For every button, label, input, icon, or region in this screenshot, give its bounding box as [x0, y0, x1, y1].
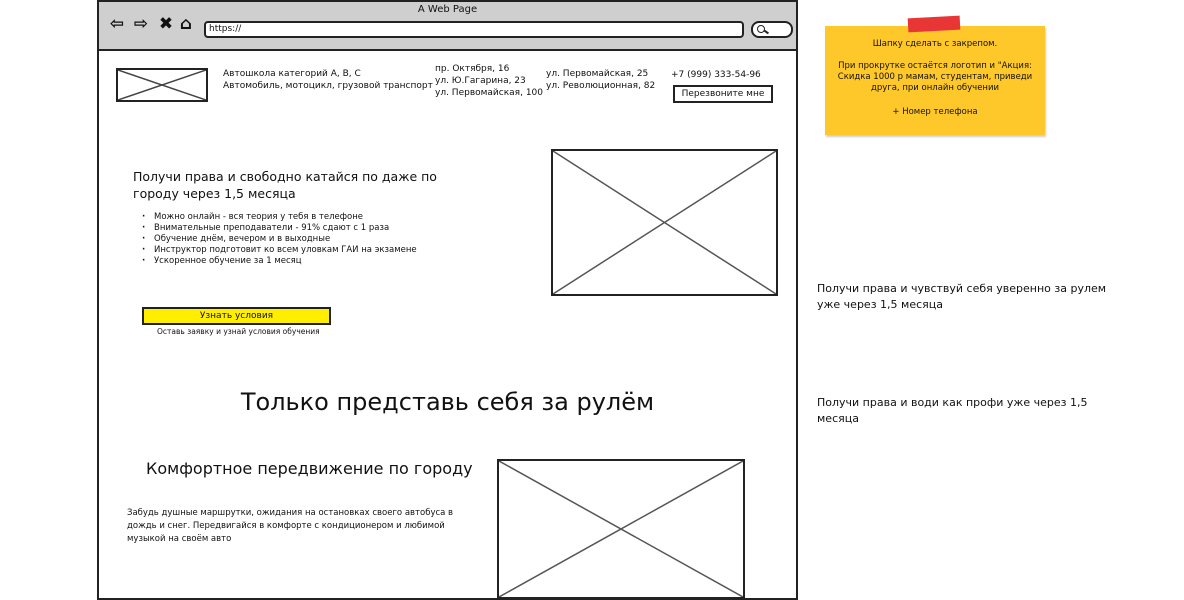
callback-button[interactable]: Перезвоните мне — [673, 85, 773, 103]
sticky-note-line: При прокрутке остаётся логотип и "Акция: — [838, 61, 1032, 71]
alt-headline-line: Получи права и чувствуй себя уверенно за… — [817, 282, 1107, 295]
school-vehicles: Автомобиль, мотоцикл, грузовой транспорт — [223, 81, 433, 91]
comfort-text-line: Забудь душные маршрутки, ожидания на ост… — [127, 508, 454, 518]
list-item: Внимательные преподаватели - 91% сдают с… — [142, 223, 417, 234]
comfort-heading: Комфортное передвижение по городу — [146, 459, 473, 478]
browser-chrome: A Web Page ⇦ ⇨ ✖ ⌂ https:// — [99, 2, 796, 51]
learn-conditions-button[interactable]: Узнать условия — [142, 307, 331, 325]
address-column-2: ул. Первомайская, 25 ул. Революционная, … — [546, 68, 655, 92]
tape-strip — [907, 15, 961, 33]
home-icon[interactable]: ⌂ — [177, 15, 195, 33]
window-title: A Web Page — [417, 4, 478, 15]
comfort-text-line: дождь и снег. Передвигайся в комфорте с … — [127, 521, 445, 531]
list-item: Можно онлайн - вся теория у тебя в телеф… — [142, 212, 417, 223]
hero-title-line: городу через 1,5 месяца — [133, 186, 296, 201]
list-item: Инструктор подготовит ко всем уловкам ГА… — [142, 245, 417, 256]
address: ул. Первомайская, 25 — [546, 69, 649, 79]
list-item: Обучение днём, вечером и в выходные — [142, 234, 417, 245]
sticky-note-line: Скидка 1000 р мамам, студентам, приведи — [837, 72, 1033, 82]
sticky-note-line: + Номер телефона — [892, 107, 978, 117]
sticky-note-line: друга, при онлайн обучении — [870, 83, 1000, 93]
benefits-list: Можно онлайн - вся теория у тебя в телеф… — [139, 212, 417, 267]
address: ул. Ю.Гагарина, 23 — [435, 76, 526, 86]
alt-headline-line: Получи права и води как профи уже через … — [817, 396, 1088, 409]
logo-placeholder — [116, 68, 208, 102]
school-info: Автошкола категорий А, В, С Автомобиль, … — [223, 68, 433, 92]
back-arrow-icon[interactable]: ⇦ — [108, 15, 126, 33]
hero-title-line: Получи права и свободно катайся по даже … — [133, 169, 437, 184]
cta-note: Оставь заявку и узнай условия обучения — [157, 327, 320, 336]
sticky-note: Шапку сделать с закрепом. При прокрутке … — [825, 26, 1045, 135]
address: пр. Октября, 16 — [435, 64, 510, 74]
search-field[interactable] — [751, 21, 793, 38]
address: ул. Революционная, 82 — [546, 81, 656, 91]
imagine-heading: Только представь себя за рулём — [240, 388, 655, 416]
hero-title: Получи права и свободно катайся по даже … — [133, 168, 437, 202]
address: ул. Первомайская, 100 — [435, 88, 543, 98]
url-bar[interactable]: https:// — [204, 21, 744, 38]
address-column-1: пр. Октября, 16 ул. Ю.Гагарина, 23 ул. П… — [435, 63, 543, 99]
browser-window: A Web Page ⇦ ⇨ ✖ ⌂ https:// Автошкола ка… — [97, 0, 798, 600]
search-icon — [757, 25, 765, 33]
school-categories: Автошкола категорий А, В, С — [223, 69, 361, 79]
phone-number[interactable]: +7 (999) 333-54-96 — [671, 69, 761, 81]
alt-headline-1: Получи права и чувствуй себя уверенно за… — [817, 281, 1106, 313]
hero-image-placeholder — [551, 149, 778, 296]
comfort-text-line: музыкой на своём авто — [127, 534, 232, 544]
comfort-image-placeholder — [497, 459, 745, 599]
sticky-note-line: Шапку сделать с закрепом. — [872, 39, 998, 49]
close-icon[interactable]: ✖ — [157, 15, 175, 33]
forward-arrow-icon[interactable]: ⇨ — [132, 15, 150, 33]
alt-headline-line: месяца — [817, 412, 859, 425]
alt-headline-2: Получи права и води как профи уже через … — [817, 395, 1087, 427]
comfort-text: Забудь душные маршрутки, ожидания на ост… — [127, 507, 453, 546]
alt-headline-line: уже через 1,5 месяца — [817, 298, 943, 311]
list-item: Ускоренное обучение за 1 месяц — [142, 256, 417, 267]
